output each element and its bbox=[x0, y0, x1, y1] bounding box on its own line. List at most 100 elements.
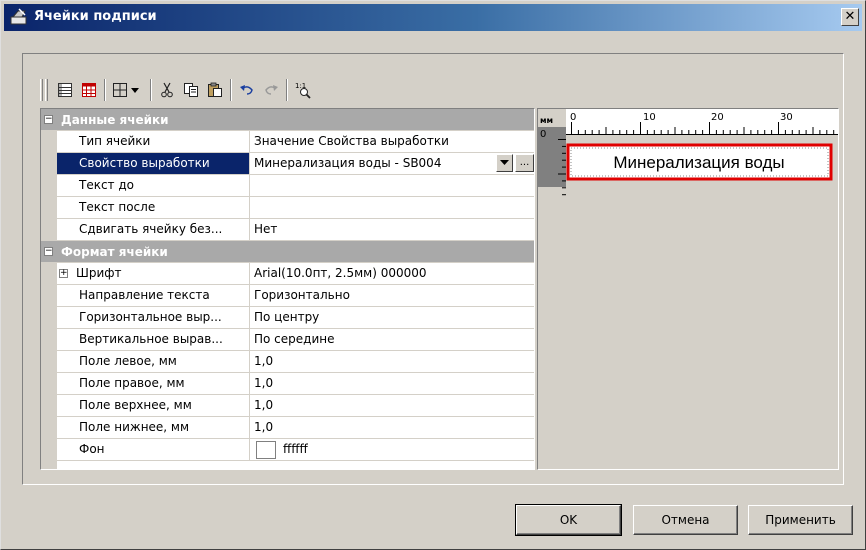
title-bar[interactable]: Ячейки подписи ✕ bbox=[4, 4, 862, 31]
expand-toggle-icon[interactable]: + bbox=[59, 269, 68, 278]
property-value: Минерализация воды - SB004 bbox=[254, 156, 442, 170]
property-value-combo[interactable]: Минерализация воды - SB004 bbox=[251, 153, 534, 174]
property-row-font[interactable]: + Шрифт Arial(10.0пт, 2.5мм) 000000 bbox=[57, 263, 534, 285]
preview-pane[interactable]: мм 0 10 20 30 0 Минерализация воды bbox=[537, 108, 839, 470]
ruler-unit-label: мм bbox=[540, 116, 553, 125]
property-name: Фон bbox=[57, 439, 250, 460]
ruler-tick-label: 20 bbox=[711, 112, 724, 123]
property-row-text-direction[interactable]: Направление текста Горизонтально bbox=[57, 285, 534, 307]
property-value[interactable]: Нет bbox=[251, 219, 534, 240]
horizontal-ruler bbox=[566, 109, 838, 135]
alphabetic-icon bbox=[82, 82, 96, 97]
app-icon bbox=[10, 8, 28, 26]
property-row-margin-left[interactable]: Поле левое, мм 1,0 bbox=[57, 351, 534, 373]
property-value[interactable]: 1,0 bbox=[251, 373, 534, 394]
category-format-header[interactable]: − Формат ячейки bbox=[41, 241, 534, 263]
property-name: Поле верхнее, мм bbox=[57, 395, 250, 416]
toolbar-grip[interactable] bbox=[40, 79, 43, 101]
property-row-shift-cell[interactable]: Сдвигать ячейку без... Нет bbox=[57, 219, 534, 241]
property-grid-gutter bbox=[41, 109, 57, 469]
copy-button[interactable] bbox=[180, 78, 202, 101]
paste-button[interactable] bbox=[204, 78, 226, 101]
table-view-button[interactable] bbox=[78, 78, 100, 101]
apply-button[interactable]: Применить bbox=[748, 505, 853, 535]
toolbar-separator bbox=[230, 79, 232, 101]
property-row-background[interactable]: Фон ffffff bbox=[57, 439, 534, 461]
property-value[interactable]: Горизонтально bbox=[251, 285, 534, 306]
chevron-down-icon bbox=[500, 160, 509, 165]
undo-button[interactable] bbox=[236, 78, 258, 101]
color-swatch[interactable] bbox=[256, 441, 276, 459]
property-grid[interactable]: − Данные ячейки Тип ячейки Значение Свой… bbox=[40, 108, 535, 470]
toolbar-separator bbox=[286, 79, 288, 101]
ok-button[interactable]: OK bbox=[515, 504, 622, 536]
property-name: Текст до bbox=[57, 175, 250, 196]
property-name: Поле нижнее, мм bbox=[57, 417, 250, 438]
cancel-button[interactable]: Отмена bbox=[633, 505, 738, 535]
property-name: Свойство выработки bbox=[57, 153, 250, 174]
property-value[interactable]: Значение Свойства выработки bbox=[251, 131, 534, 152]
property-row-margin-bottom[interactable]: Поле нижнее, мм 1,0 bbox=[57, 417, 534, 439]
close-button[interactable]: ✕ bbox=[841, 8, 859, 26]
property-value[interactable] bbox=[251, 197, 534, 218]
property-value[interactable]: 1,0 bbox=[251, 395, 534, 416]
property-row-text-before[interactable]: Текст до bbox=[57, 175, 534, 197]
ellipsis-icon: ... bbox=[519, 157, 530, 168]
category-label: Формат ячейки bbox=[61, 245, 168, 259]
close-icon: ✕ bbox=[844, 9, 856, 24]
window-title: Ячейки подписи bbox=[34, 9, 157, 24]
category-data-header[interactable]: − Данные ячейки bbox=[41, 109, 534, 131]
property-row-horizontal-align[interactable]: Горизонтальное выр... По центру bbox=[57, 307, 534, 329]
property-value[interactable]: Arial(10.0пт, 2.5мм) 000000 bbox=[251, 263, 534, 284]
toolbar-separator bbox=[104, 79, 106, 101]
property-name: Тип ячейки bbox=[57, 131, 250, 152]
layout-dropdown-button[interactable] bbox=[110, 78, 146, 101]
property-name: Направление текста bbox=[57, 285, 250, 306]
property-value[interactable] bbox=[251, 175, 534, 196]
copy-icon bbox=[184, 82, 198, 97]
property-row-text-after[interactable]: Текст после bbox=[57, 197, 534, 219]
undo-icon bbox=[240, 84, 253, 95]
cut-icon bbox=[161, 82, 173, 97]
dropdown-button[interactable] bbox=[496, 154, 513, 172]
property-value[interactable]: ffffff bbox=[251, 439, 534, 460]
toolbar-grip-2[interactable] bbox=[45, 79, 48, 101]
ruler-tick-label: 10 bbox=[643, 112, 656, 123]
paste-icon bbox=[208, 82, 222, 97]
preview-canvas: мм 0 10 20 30 0 Минерализация воды bbox=[538, 109, 838, 196]
zoom-1to1-button[interactable]: 1:1 bbox=[292, 78, 314, 101]
property-value[interactable]: По середине bbox=[251, 329, 534, 350]
ruler-tick-label: 0 bbox=[540, 129, 546, 140]
cut-button[interactable] bbox=[156, 78, 178, 101]
table-layout-icon bbox=[113, 82, 139, 97]
property-name: Поле правое, мм bbox=[57, 373, 250, 394]
property-value[interactable]: По центру bbox=[251, 307, 534, 328]
property-value[interactable]: 1,0 bbox=[251, 351, 534, 372]
property-row-work-property[interactable]: Свойство выработки Минерализация воды - … bbox=[57, 153, 534, 175]
zoom-1to1-icon: 1:1 bbox=[295, 82, 311, 99]
property-row-vertical-align[interactable]: Вертикальное вырав... По середине bbox=[57, 329, 534, 351]
cell-preview-text: Минерализация воды bbox=[613, 153, 784, 172]
ruler-tick-label: 30 bbox=[780, 112, 793, 123]
redo-button[interactable] bbox=[260, 78, 282, 101]
property-name: Текст после bbox=[57, 197, 250, 218]
categorized-icon bbox=[58, 82, 72, 97]
collapse-toggle-icon[interactable]: − bbox=[44, 115, 53, 124]
property-row-margin-top[interactable]: Поле верхнее, мм 1,0 bbox=[57, 395, 534, 417]
redo-icon bbox=[265, 84, 278, 95]
collapse-toggle-icon[interactable]: − bbox=[44, 247, 53, 256]
toolbar: 1:1 bbox=[40, 75, 535, 105]
categorized-view-button[interactable] bbox=[54, 78, 76, 101]
property-row-cell-type[interactable]: Тип ячейки Значение Свойства выработки bbox=[57, 131, 534, 153]
property-value[interactable]: 1,0 bbox=[251, 417, 534, 438]
property-name: Горизонтальное выр... bbox=[57, 307, 250, 328]
ellipsis-button[interactable]: ... bbox=[515, 154, 534, 172]
property-name: Вертикальное вырав... bbox=[57, 329, 250, 350]
property-name: Поле левое, мм bbox=[57, 351, 250, 372]
ruler-tick-label: 0 bbox=[570, 112, 576, 123]
dialog-window: Ячейки подписи ✕ 1:1 − Данные ячейки Тип… bbox=[0, 0, 866, 550]
category-label: Данные ячейки bbox=[61, 113, 169, 127]
toolbar-separator bbox=[150, 79, 152, 101]
property-row-margin-right[interactable]: Поле правое, мм 1,0 bbox=[57, 373, 534, 395]
property-name: Сдвигать ячейку без... bbox=[57, 219, 250, 240]
